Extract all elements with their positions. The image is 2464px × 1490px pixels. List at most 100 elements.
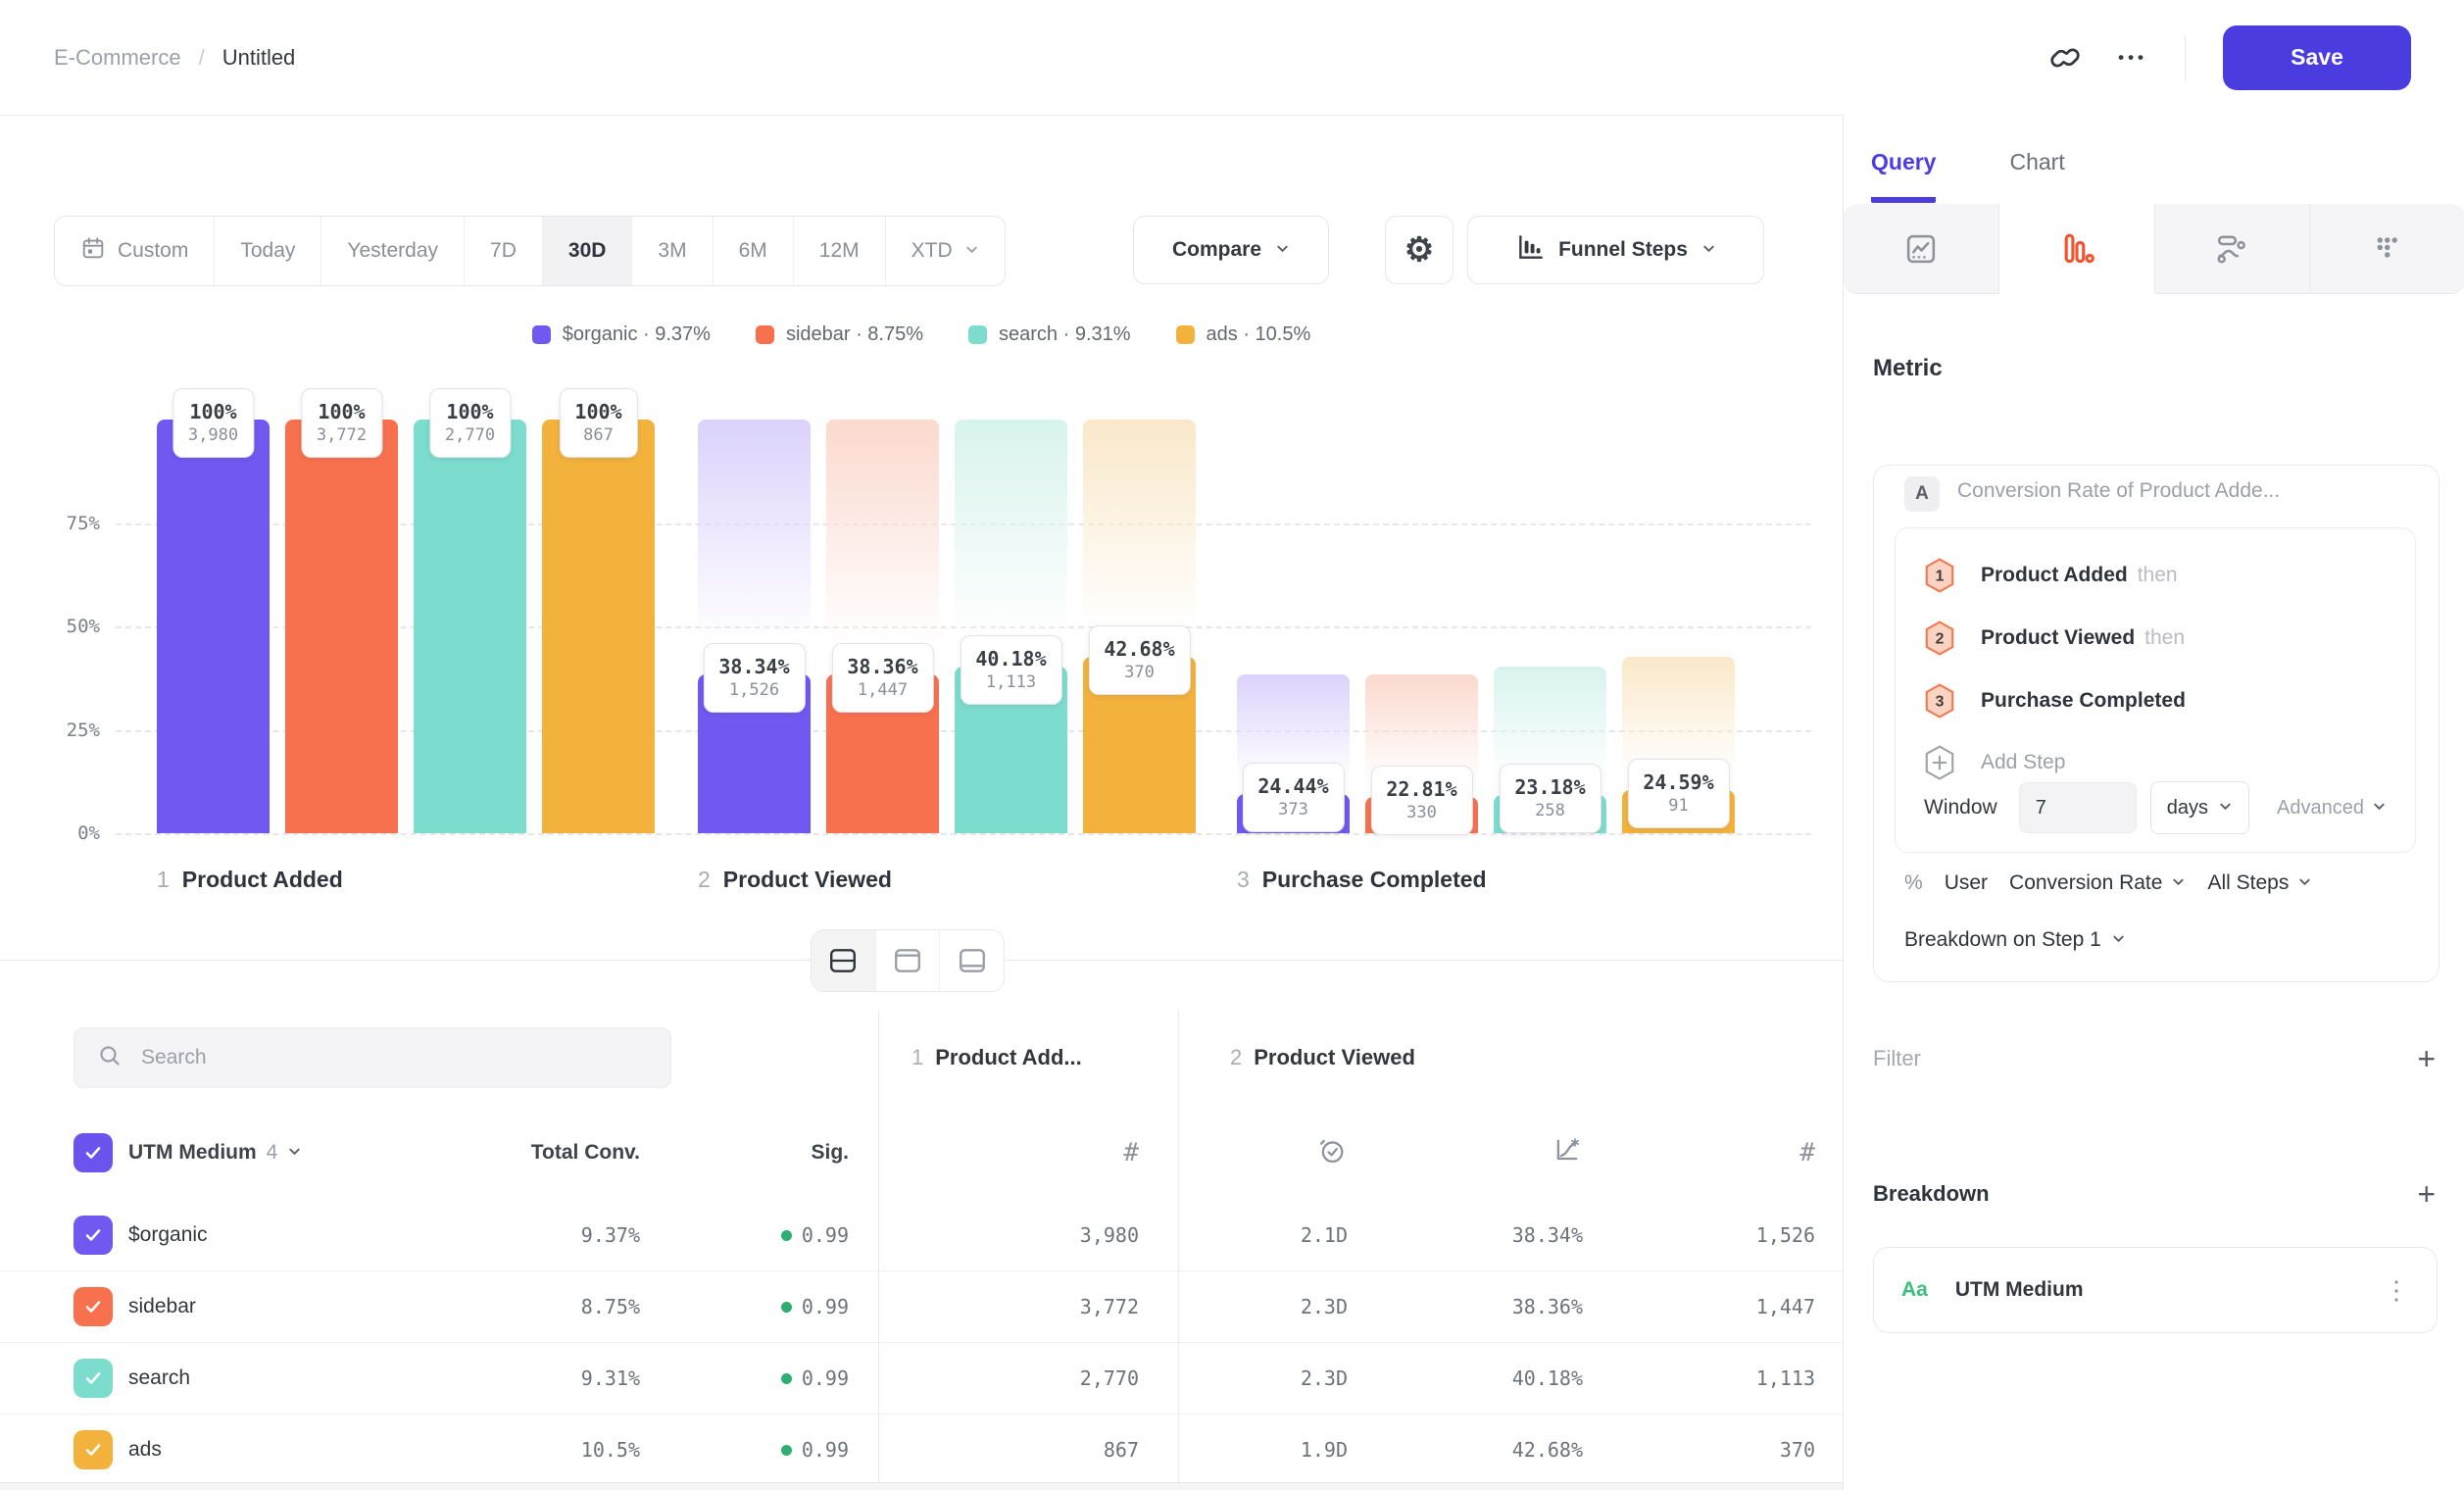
search-input[interactable] <box>139 1045 649 1070</box>
add-filter-icon[interactable]: + <box>2417 1049 2436 1068</box>
row-checkbox[interactable] <box>74 1430 113 1469</box>
row-checkbox[interactable] <box>74 1359 113 1398</box>
row-step2-conv: 40.18% <box>1512 1366 1602 1390</box>
ghost-bar-ads-step2[interactable] <box>1083 420 1196 657</box>
window-unit-select[interactable]: days <box>2150 781 2249 834</box>
more-menu-icon[interactable]: ••• <box>2118 48 2147 68</box>
save-button[interactable]: Save <box>2223 25 2411 90</box>
query-step-2[interactable]: 2 Product Viewedthen <box>1924 607 2365 670</box>
total-conv-column-header[interactable]: Total Conv. <box>531 1141 648 1165</box>
x-axis-step-1: 1Product Added <box>157 867 343 893</box>
add-breakdown-icon[interactable]: + <box>2417 1184 2436 1204</box>
range-custom[interactable]: Custom <box>55 217 215 285</box>
bar-sidebar-step1[interactable] <box>285 420 398 833</box>
step-then-label: then <box>2138 564 2178 586</box>
range-7d[interactable]: 7D <box>465 217 543 285</box>
bar-label-count: 1,526 <box>718 679 789 702</box>
row-checkbox[interactable] <box>74 1216 113 1255</box>
sig-column-header[interactable]: Sig. <box>811 1141 878 1165</box>
select-all-checkbox[interactable] <box>74 1133 113 1172</box>
breakdown-step-label: Breakdown on Step 1 <box>1904 928 2101 952</box>
layout-toggle-split[interactable] <box>812 930 876 991</box>
tab-chart[interactable]: Chart <box>2009 149 2064 203</box>
table-row-search[interactable]: search9.31%0.992,7702.3D40.18%1,113 <box>0 1343 1843 1415</box>
tab-query[interactable]: Query <box>1871 149 1936 203</box>
range-today[interactable]: Today <box>215 217 321 285</box>
breakdown-column-header[interactable]: UTM Medium 4 <box>128 1141 422 1165</box>
range-30d[interactable]: 30D <box>543 217 633 285</box>
gridline-0 <box>116 833 1811 835</box>
breakdown-step-dropdown[interactable]: Breakdown on Step 1 <box>1904 928 2126 952</box>
step2-avg-time-column-icon[interactable] <box>1316 1135 1367 1171</box>
bar-label-$organic-step3: 24.44%373 <box>1242 763 1344 832</box>
legend-item-ads[interactable]: ads · 10.5% <box>1176 323 1311 346</box>
bar-ads-step1[interactable] <box>542 420 655 833</box>
table-step2-title: 2 Product Viewed <box>1230 1045 1415 1070</box>
step2-count-column-icon[interactable]: # <box>1799 1138 1843 1167</box>
bar-label-count: 1,447 <box>847 679 917 702</box>
measure-type-dropdown[interactable]: Conversion Rate <box>2009 871 2186 895</box>
sig-dot <box>781 1302 792 1313</box>
measure-entity[interactable]: User <box>1945 871 1988 895</box>
row-checkbox[interactable] <box>74 1287 113 1326</box>
chevron-down-icon <box>1275 238 1290 262</box>
tab-retention-chart[interactable] <box>2310 204 2464 294</box>
row-step2-count: 1,113 <box>1756 1366 1843 1390</box>
table-row-ads[interactable]: ads10.5%0.998671.9D42.68%370 <box>0 1415 1843 1486</box>
advanced-toggle[interactable]: Advanced <box>2277 797 2387 820</box>
range-yesterday[interactable]: Yesterday <box>321 217 465 285</box>
calendar-icon <box>80 235 106 267</box>
query-step-3[interactable]: 3 Purchase Completed <box>1924 670 2365 732</box>
tab-funnel-chart[interactable] <box>1999 204 2155 294</box>
chart-type-button[interactable]: Funnel Steps <box>1467 216 1764 284</box>
table-column-divider <box>1178 1010 1179 1482</box>
layout-toggle-bottom-panel[interactable] <box>940 930 1004 991</box>
chart-settings-button[interactable]: ⚙ <box>1385 216 1454 284</box>
range-xtd[interactable]: XTD <box>886 217 1005 285</box>
breadcrumb-page-title[interactable]: Untitled <box>222 45 296 71</box>
table-row-organic[interactable]: $organic9.37%0.993,9802.1D38.34%1,526 <box>0 1200 1843 1271</box>
kebab-menu-icon[interactable]: ⋮ <box>2384 1275 2409 1306</box>
ghost-bar-search-step2[interactable] <box>955 420 1067 667</box>
text-property-icon: Aa <box>1901 1278 1928 1302</box>
table-row-sidebar[interactable]: sidebar8.75%0.993,7722.3D38.36%1,447 <box>0 1271 1843 1343</box>
legend-item-sidebar[interactable]: sidebar · 8.75% <box>756 323 923 346</box>
legend-item-search[interactable]: search · 9.31% <box>968 323 1131 346</box>
chevron-down-icon <box>2372 797 2387 820</box>
layout-toggle-top-panel[interactable] <box>876 930 941 991</box>
tab-flows-chart[interactable] <box>2155 204 2311 294</box>
step-hexagon-badge: 3 <box>1924 683 1955 719</box>
share-link-icon[interactable] <box>2049 42 2081 74</box>
breadcrumb-section[interactable]: E-Commerce <box>54 45 181 71</box>
metric-heading: Metric <box>1873 355 1943 382</box>
range-12m[interactable]: 12M <box>794 217 886 285</box>
range-3m[interactable]: 3M <box>632 217 713 285</box>
bar-search-step1[interactable] <box>414 420 526 833</box>
compare-button[interactable]: Compare <box>1133 216 1329 284</box>
chevron-down-icon <box>2218 797 2233 820</box>
bar-label-count: 373 <box>1257 799 1328 821</box>
breakdown-item[interactable]: Aa UTM Medium ⋮ <box>1873 1247 2438 1333</box>
measure-scope-dropdown[interactable]: All Steps <box>2207 871 2312 895</box>
row-total-conv: 9.31% <box>581 1366 648 1390</box>
step1-count-column-icon[interactable]: # <box>1123 1138 1178 1167</box>
step2-conv-rate-column-icon[interactable] <box>1552 1135 1602 1171</box>
range-6m[interactable]: 6M <box>714 217 794 285</box>
bar-label-count: 258 <box>1514 800 1585 822</box>
bar-$organic-step1[interactable] <box>157 420 270 833</box>
row-step2-conv: 42.68% <box>1512 1438 1602 1462</box>
row-step2-conv: 38.36% <box>1512 1295 1602 1318</box>
ghost-bar-sidebar-step2[interactable] <box>826 420 939 674</box>
ghost-bar-$organic-step2[interactable] <box>698 420 811 674</box>
svg-text:2: 2 <box>1936 630 1945 647</box>
tab-insights-chart[interactable] <box>1844 204 1999 294</box>
legend-item-organic[interactable]: $organic · 9.37% <box>532 323 711 346</box>
query-step-1[interactable]: 1 Product Addedthen <box>1924 544 2365 607</box>
chevron-down-icon <box>2111 928 2126 952</box>
bar-label-percent: 100% <box>188 399 238 424</box>
range-label: XTD <box>912 239 953 263</box>
metric-title[interactable]: Conversion Rate of Product Adde... <box>1957 479 2280 503</box>
window-value-input[interactable] <box>2019 782 2137 833</box>
date-range-segmented-control: CustomTodayYesterday7D30D3M6M12M XTD <box>54 216 1006 286</box>
row-total-conv: 8.75% <box>581 1295 648 1318</box>
